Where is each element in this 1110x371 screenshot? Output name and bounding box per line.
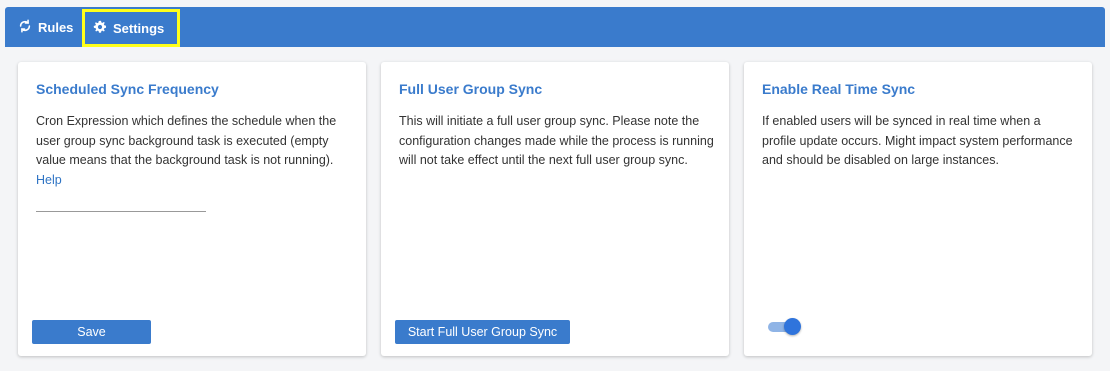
real-time-sync-title: Enable Real Time Sync: [762, 81, 916, 97]
full-user-group-sync-panel: Full User Group Sync This will initiate …: [381, 62, 729, 356]
scheduled-sync-panel: Scheduled Sync Frequency Cron Expression…: [18, 62, 366, 356]
scheduled-sync-title: Scheduled Sync Frequency: [36, 81, 219, 97]
full-sync-title: Full User Group Sync: [399, 81, 543, 97]
scheduled-sync-description-text: Cron Expression which defines the schedu…: [36, 114, 337, 167]
tab-settings-label: Settings: [113, 20, 165, 36]
top-nav-bar: Rules Settings: [5, 7, 1105, 47]
full-sync-description: This will initiate a full user group syn…: [399, 114, 714, 167]
real-time-sync-toggle[interactable]: [766, 318, 802, 335]
gear-icon: [93, 20, 113, 37]
save-button[interactable]: Save: [32, 320, 151, 344]
scheduled-sync-description: Cron Expression which defines the schedu…: [36, 112, 352, 190]
cron-expression-input[interactable]: [36, 198, 206, 212]
real-time-sync-panel: Enable Real Time Sync If enabled users w…: [744, 62, 1092, 356]
start-full-sync-button[interactable]: Start Full User Group Sync: [395, 320, 570, 344]
real-time-sync-description: If enabled users will be synced in real …: [762, 114, 1073, 167]
sync-icon: [18, 19, 38, 36]
tab-rules[interactable]: Rules: [18, 7, 73, 47]
tab-settings[interactable]: Settings: [82, 9, 180, 47]
tab-rules-label: Rules: [38, 19, 74, 35]
help-link[interactable]: Help: [36, 171, 352, 191]
toggle-thumb: [784, 318, 801, 335]
